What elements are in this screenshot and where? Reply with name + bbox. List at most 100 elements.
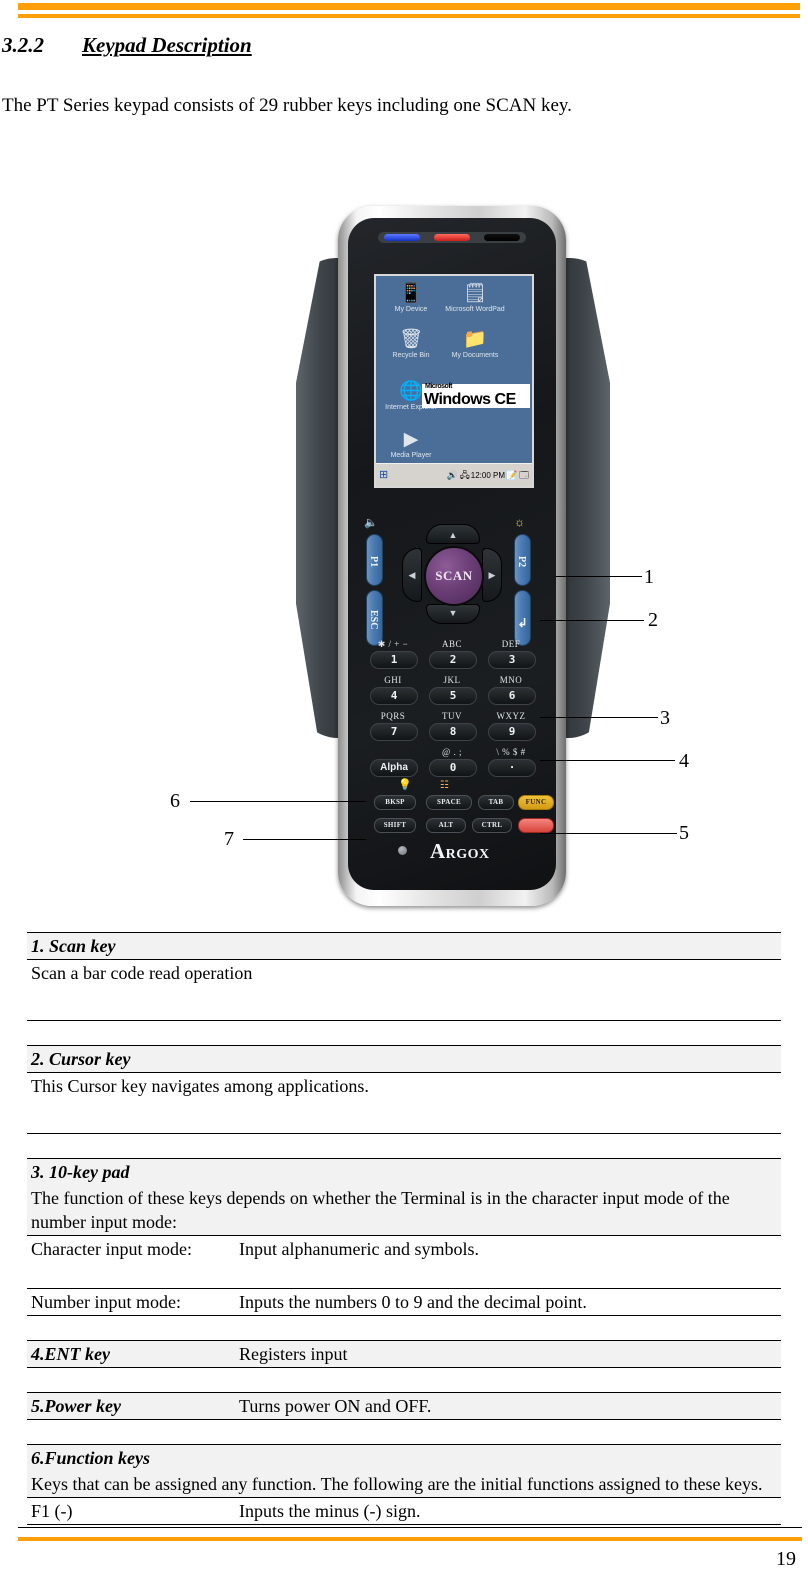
key-alpha[interactable]: Alpha xyxy=(370,759,418,777)
desktop-icon-recycle-bin[interactable]: 🗑 Recycle Bin xyxy=(380,328,442,360)
key-period[interactable]: · xyxy=(488,759,536,777)
callout-number-7: 7 xyxy=(224,828,234,850)
led-dark-icon xyxy=(484,234,520,241)
windows-ce-logo-text: Windows CE xyxy=(424,391,516,408)
header-accent-bar-thick xyxy=(18,3,800,10)
numeric-key-hint: \ % $ # xyxy=(496,747,526,757)
numeric-key-hint: @ . ; xyxy=(441,747,463,757)
windows-ce-taskbar[interactable]: ⊞ 🔊 🖧12:00 PM📝 🗔 xyxy=(376,463,532,486)
key-func[interactable]: FUNC xyxy=(518,795,554,810)
dpad-right-icon[interactable]: ▶ xyxy=(482,548,502,602)
desktop-icon-my-documents[interactable]: 📁 My Documents xyxy=(444,328,506,360)
callout-number-2: 2 xyxy=(648,609,658,631)
key-3[interactable]: 3 xyxy=(488,651,536,669)
dpad-up-icon[interactable]: ▲ xyxy=(426,524,480,544)
led-blue-icon xyxy=(384,234,420,241)
scan-key[interactable]: SCAN xyxy=(424,546,484,606)
backlight-icon: 💡 xyxy=(398,779,412,791)
key-4[interactable]: 4 xyxy=(370,687,418,705)
numeric-key-hint: JKL xyxy=(443,675,461,685)
tenkey-pad-title: 3. 10-key pad xyxy=(27,1158,781,1185)
table-spacer xyxy=(27,1133,781,1159)
start-button-icon[interactable]: ⊞ xyxy=(379,468,393,482)
dpad-left-icon[interactable]: ◀ xyxy=(402,548,422,602)
tray-desktop-icon[interactable]: 🗔 xyxy=(519,470,529,480)
number-input-mode-value: Inputs the numbers 0 to 9 and the decima… xyxy=(235,1288,781,1316)
key-p1[interactable]: P1 xyxy=(366,534,383,586)
table-row: 6.Function keys xyxy=(27,1444,781,1471)
wordpad-icon: 🗒 xyxy=(462,283,488,304)
key-6[interactable]: 6 xyxy=(488,687,536,705)
key-tab[interactable]: TAB xyxy=(478,795,514,810)
cursor-key-dpad[interactable]: ▲ ▼ ◀ ▶ SCAN xyxy=(402,524,502,624)
media-player-icon: ▶ xyxy=(403,429,419,450)
brand-name: RGOX xyxy=(445,847,490,862)
callout-leader-4 xyxy=(540,760,675,761)
desktop-icon-media-player[interactable]: ▶ Media Player xyxy=(380,428,442,460)
section-heading: 3.2.2 Keypad Description xyxy=(2,33,602,58)
tray-network-icon[interactable]: 🖧 xyxy=(460,470,470,480)
function-keys-desc: Keys that can be assigned any function. … xyxy=(27,1471,781,1498)
desktop-icon-label: Microsoft WordPad xyxy=(445,306,505,313)
key-8[interactable]: 8 xyxy=(429,723,477,741)
key-alt[interactable]: ALT xyxy=(426,818,466,833)
table-row: Scan a bar code read operation xyxy=(27,959,781,1021)
my-documents-icon: 📁 xyxy=(463,329,487,350)
table-row: F1 (-) Inputs the minus (-) sign. xyxy=(27,1497,781,1525)
key-2[interactable]: 2 xyxy=(429,651,477,669)
numeric-key-hint: MNO xyxy=(499,675,523,685)
taskbar-clock[interactable]: 12:00 PM xyxy=(471,471,505,480)
power-key-title: 5.Power key xyxy=(27,1392,235,1420)
intro-paragraph: The PT Series keypad consists of 29 rubb… xyxy=(2,95,572,116)
key-9[interactable]: 9 xyxy=(488,723,536,741)
key-p2[interactable]: P2 xyxy=(514,534,531,586)
device-figure: 📱 My Device 🗒 Microsoft WordPad 🗑 Recycl… xyxy=(0,196,808,916)
desktop-icon-microsoft-wordpad[interactable]: 🗒 Microsoft WordPad xyxy=(444,282,506,314)
dpad-down-icon[interactable]: ▼ xyxy=(426,604,480,624)
tray-input-panel-icon[interactable]: 📝 xyxy=(506,470,517,480)
key-power[interactable] xyxy=(518,818,554,833)
status-led-icon xyxy=(398,846,407,855)
callout-leader-2 xyxy=(540,620,644,621)
brand-logo: ARGOX xyxy=(430,839,490,864)
key-esc[interactable]: ESC xyxy=(366,590,383,646)
table-spacer xyxy=(27,1020,781,1046)
footer-rule-orange xyxy=(18,1537,802,1541)
key-bksp[interactable]: BKSP xyxy=(374,795,416,810)
f1-key-value: Inputs the minus (-) sign. xyxy=(235,1497,781,1525)
key-7[interactable]: 7 xyxy=(370,723,418,741)
table-row: Number input mode: Inputs the numbers 0 … xyxy=(27,1288,781,1316)
power-key-value: Turns power ON and OFF. xyxy=(235,1392,781,1420)
key-enter[interactable]: ↲ xyxy=(514,590,531,646)
cursor-key-body: This Cursor key navigates among applicat… xyxy=(27,1072,781,1134)
key-5[interactable]: 5 xyxy=(429,687,477,705)
key-space[interactable]: SPACE xyxy=(426,795,472,810)
system-tray[interactable]: 🔊 🖧12:00 PM📝 🗔 xyxy=(446,467,531,483)
key-0[interactable]: 0 xyxy=(429,759,477,777)
table-row: 4.ENT key Registers input xyxy=(27,1340,781,1368)
table-row: 1. Scan key xyxy=(27,932,781,960)
numeric-key-hint: GHI xyxy=(384,675,402,685)
my-device-icon: 📱 xyxy=(399,283,423,304)
desktop-icon-my-device[interactable]: 📱 My Device xyxy=(380,282,442,314)
numeric-key-hint: PQRS xyxy=(380,711,406,721)
windows-ce-logo-microsoft: Microsoft xyxy=(425,383,453,390)
callout-number-3: 3 xyxy=(660,707,670,729)
section-title: Keypad Description xyxy=(82,33,252,57)
callout-leader-6 xyxy=(190,801,366,802)
numeric-key-hint: TUV xyxy=(442,711,462,721)
numeric-key-hint: ABC xyxy=(441,639,462,649)
recycle-bin-icon: 🗑 xyxy=(398,329,424,350)
led-red-icon xyxy=(434,234,470,241)
character-input-mode-label: Character input mode: xyxy=(27,1235,235,1289)
scan-key-body: Scan a bar code read operation xyxy=(27,959,781,1021)
callout-number-4: 4 xyxy=(679,750,689,772)
key-ctrl[interactable]: CTRL xyxy=(472,818,512,833)
callout-leader-7 xyxy=(243,839,366,840)
key-shift[interactable]: SHIFT xyxy=(374,818,416,833)
key-1[interactable]: 1 xyxy=(370,651,418,669)
tray-volume-icon[interactable]: 🔊 xyxy=(447,470,458,480)
windows-ce-desktop[interactable]: 📱 My Device 🗒 Microsoft WordPad 🗑 Recycl… xyxy=(376,276,532,464)
table-spacer xyxy=(27,1367,781,1393)
device-lcd-screen[interactable]: 📱 My Device 🗒 Microsoft WordPad 🗑 Recycl… xyxy=(374,274,534,488)
